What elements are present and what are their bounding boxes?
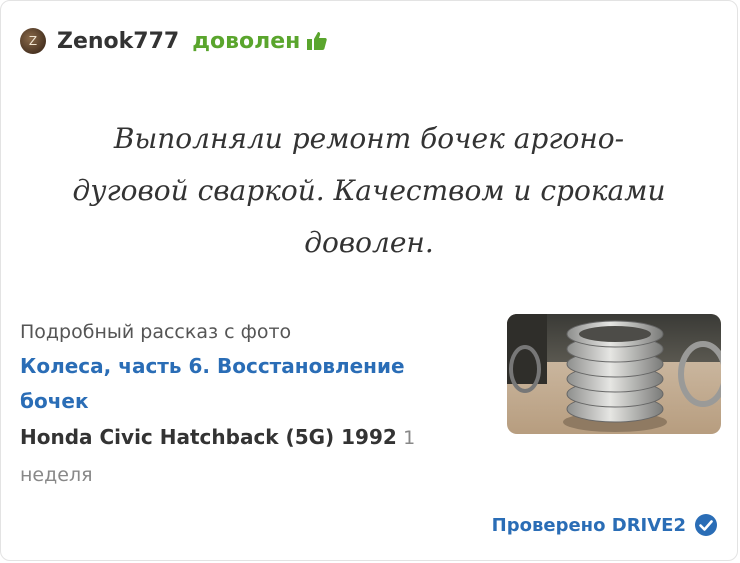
story-photo[interactable]: [507, 314, 721, 434]
verified-label: Проверено DRIVE2: [491, 514, 686, 536]
story-block: Подробный рассказ с фото Колеса, часть 6…: [20, 315, 470, 493]
story-link[interactable]: Колеса, часть 6. Восстановление бочек: [20, 349, 470, 419]
quote-line: дуговой сваркой. Качеством и сроками: [72, 174, 666, 207]
car-line: Honda Civic Hatchback (5G) 1992 1 неделя: [20, 419, 470, 493]
status-label: доволен: [192, 28, 301, 54]
story-caption: Подробный рассказ с фото: [20, 321, 292, 343]
quote-line: Выполняли ремонт бочек аргоно-: [113, 122, 625, 155]
review-quote: Выполняли ремонт бочек аргоно- дуговой с…: [21, 113, 717, 269]
check-circle-icon: [694, 513, 718, 537]
quote-line: доволен.: [304, 226, 434, 259]
username[interactable]: Zenok777: [57, 29, 179, 54]
verified-badge[interactable]: Проверено DRIVE2: [492, 513, 718, 537]
car-name[interactable]: Honda Civic Hatchback (5G) 1992: [20, 425, 397, 449]
avatar[interactable]: Z: [20, 28, 46, 54]
review-header: Z Zenok777 доволен: [20, 28, 328, 54]
review-card: Z Zenok777 доволен Выполняли ремонт боче…: [0, 0, 738, 561]
thumbs-up-icon: [306, 30, 328, 52]
